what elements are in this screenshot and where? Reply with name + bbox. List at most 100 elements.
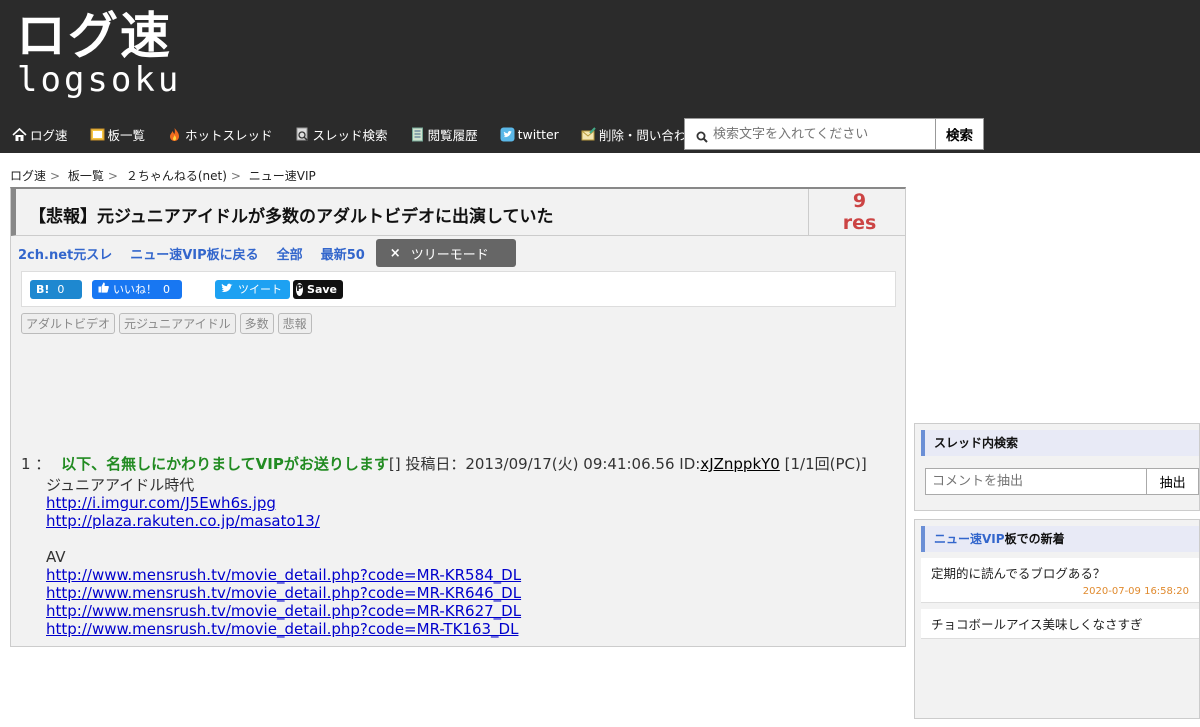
pinterest-save-button[interactable]: P Save (293, 279, 343, 299)
close-icon: × (389, 245, 401, 261)
post-link[interactable]: http://plaza.rakuten.co.jp/masato13/ (46, 512, 320, 530)
nav-item-hot-threads[interactable]: ホットスレッド (167, 118, 273, 150)
latest-50-link[interactable]: 最新50 (321, 244, 365, 263)
post-link[interactable]: http://www.mensrush.tv/movie_detail.php?… (46, 566, 521, 584)
breadcrumb-separator: > (50, 169, 61, 183)
post-link[interactable]: http://www.mensrush.tv/movie_detail.php?… (46, 620, 518, 638)
nav-item-boards[interactable]: 板一覧 (90, 118, 146, 150)
thread-links: 2ch.net元スレ ニュー速VIP板に戻る 全部 最新50 × ツリーモード (18, 239, 516, 267)
new-thread-date: 2020-07-09 16:58:20 (1082, 586, 1189, 597)
res-label: res (842, 212, 877, 234)
facebook-like-label: いいね！ (113, 283, 157, 296)
facebook-like-button[interactable]: いいね！ 0 (92, 279, 182, 299)
new-thread-title: 定期的に読んでるブログある？ (931, 566, 1106, 581)
breadcrumb-item[interactable]: ログ速 (10, 169, 46, 183)
site-logo-text[interactable]: logsoku (17, 60, 181, 100)
widget-title: スレッド内検索 (921, 430, 1199, 456)
thread-title-row: 【悲報】元ジュニアアイドルが多数のアダルトビデオに出演していた 9 res (11, 189, 905, 236)
board-new-threads-widget: ニュー速VIP板での新着 定期的に読んでるブログある？ 2020-07-09 1… (914, 519, 1200, 719)
res-count: 9 (852, 190, 867, 212)
thread-search-widget: スレッド内検索 抽出 (914, 423, 1200, 511)
tag[interactable]: 元ジュニアアイドル (119, 313, 236, 334)
tag[interactable]: 多数 (239, 313, 274, 334)
show-all-link[interactable]: 全部 (277, 244, 303, 263)
site-header: ログ速 logsoku ログ速 板一覧 ホットスレッド スレッド検索 閲覧履歴 … (0, 0, 1200, 153)
tag[interactable]: アダルトビデオ (21, 313, 116, 334)
list-item[interactable]: チョコボールアイス美味しくなさすぎ (921, 609, 1199, 639)
post-number[interactable]: 1 ： (21, 455, 50, 473)
main-nav: ログ速 板一覧 ホットスレッド スレッド検索 閲覧履歴 twitter 削除・問… (0, 118, 709, 150)
pinterest-save-label: Save (307, 282, 337, 296)
nav-item-contact[interactable]: 削除・問い合わせ (581, 118, 699, 150)
breadcrumb-item[interactable]: ２ちゃんねる(net) (126, 169, 227, 183)
nav-item-twitter[interactable]: twitter (500, 118, 559, 150)
tag[interactable]: 悲報 (277, 313, 312, 334)
res-count-box: 9 res (808, 189, 905, 236)
nav-item-history[interactable]: 閲覧履歴 (410, 118, 478, 150)
post-count: [1/1回(PC)] (784, 455, 867, 473)
facebook-like-count: 0 (163, 282, 170, 296)
post-1: 1 ： 以下、名無しにかわりましてVIPがお送りします[] 投稿日：2013/0… (21, 455, 901, 638)
share-bar: B! 0 いいね！ 0 ツイート P Save (21, 271, 896, 307)
breadcrumb: ログ速 > 板一覧 > ２ちゃんねる(net) > ニュー速VIP (10, 167, 320, 184)
sidebar: スレッド内検索 抽出 ニュー速VIP板での新着 定期的に読んでるブログある？ 2… (914, 423, 1200, 727)
post-header: 1 ： 以下、名無しにかわりましてVIPがお送りします[] 投稿日：2013/0… (21, 455, 901, 473)
search-icon (696, 128, 708, 143)
twitter-icon (500, 127, 515, 142)
breadcrumb-separator: > (107, 169, 118, 183)
post-id[interactable]: xJZnppkY0 (700, 455, 780, 473)
nav-item-label: ログ速 (30, 127, 68, 143)
nav-item-home[interactable]: ログ速 (12, 118, 68, 150)
mail-icon (581, 126, 596, 142)
post-id-label: ID: (679, 455, 701, 473)
post-author-name: 以下、名無しにかわりましてVIPがお送りします (61, 455, 389, 473)
post-link[interactable]: http://i.imgur.com/J5Ewh6s.jpg (46, 494, 276, 512)
tweet-button[interactable]: ツイート (215, 279, 290, 299)
post-link[interactable]: http://www.mensrush.tv/movie_detail.php?… (46, 602, 521, 620)
thread-panel: 【悲報】元ジュニアアイドルが多数のアダルトビデオに出演していた 9 res 2c… (10, 187, 906, 647)
nav-item-label: twitter (517, 126, 559, 142)
thread-title: 【悲報】元ジュニアアイドルが多数のアダルトビデオに出演していた (29, 207, 554, 227)
history-icon (410, 127, 425, 142)
board-icon (90, 127, 105, 142)
nav-item-label: 閲覧履歴 (427, 127, 478, 143)
site-logo[interactable]: ログ速 (16, 8, 172, 64)
new-thread-title: チョコボールアイス美味しくなさすぎ (931, 617, 1143, 632)
breadcrumb-item[interactable]: 板一覧 (68, 169, 104, 183)
widget-title: ニュー速VIP板での新着 (921, 526, 1199, 552)
thread-search-icon (295, 127, 310, 142)
site-search: 検索 (684, 118, 984, 150)
list-item[interactable]: 定期的に読んでるブログある？ 2020-07-09 16:58:20 (921, 558, 1199, 603)
hatena-icon: B! (36, 282, 50, 296)
post-text: AV (46, 548, 66, 566)
thumbs-up-icon (98, 282, 109, 296)
post-link[interactable]: http://www.mensrush.tv/movie_detail.php?… (46, 584, 521, 602)
tree-mode-label: ツリーモード (410, 247, 489, 263)
back-to-board-link[interactable]: ニュー速VIP板に戻る (130, 244, 258, 263)
tag-list: アダルトビデオ 元ジュニアアイドル 多数 悲報 (21, 313, 316, 334)
search-input[interactable] (685, 119, 935, 149)
tree-mode-button[interactable]: × ツリーモード (375, 239, 516, 267)
widget-title-suffix: 板での新着 (1004, 532, 1065, 546)
hatena-bookmark-button[interactable]: B! 0 (30, 279, 82, 299)
nav-item-label: ホットスレッド (185, 127, 273, 143)
breadcrumb-separator: > (230, 169, 241, 183)
nav-item-label: スレッド検索 (312, 127, 388, 143)
home-icon (12, 127, 27, 142)
breadcrumb-item[interactable]: ニュー速VIP (249, 169, 316, 183)
original-thread-link[interactable]: 2ch.net元スレ (18, 244, 112, 263)
nav-item-thread-search[interactable]: スレッド検索 (295, 118, 388, 150)
pinterest-icon: P (296, 282, 304, 296)
fire-icon (167, 127, 182, 142)
post-date: 投稿日：2013/09/17(火) 09:41:06.56 (405, 455, 675, 473)
extract-button[interactable]: 抽出 (1147, 468, 1199, 495)
post-text: ジュニアアイドル時代 (46, 476, 195, 494)
search-button[interactable]: 検索 (935, 119, 983, 149)
comment-filter-input[interactable] (925, 468, 1148, 495)
comment-filter: 抽出 (925, 468, 1199, 495)
nav-item-label: 板一覧 (107, 127, 146, 143)
post-mail: [] (388, 455, 401, 473)
board-name-link[interactable]: ニュー速VIP (934, 532, 1005, 546)
post-body: ジュニアアイドル時代 http://i.imgur.com/J5Ewh6s.jp… (46, 476, 901, 638)
